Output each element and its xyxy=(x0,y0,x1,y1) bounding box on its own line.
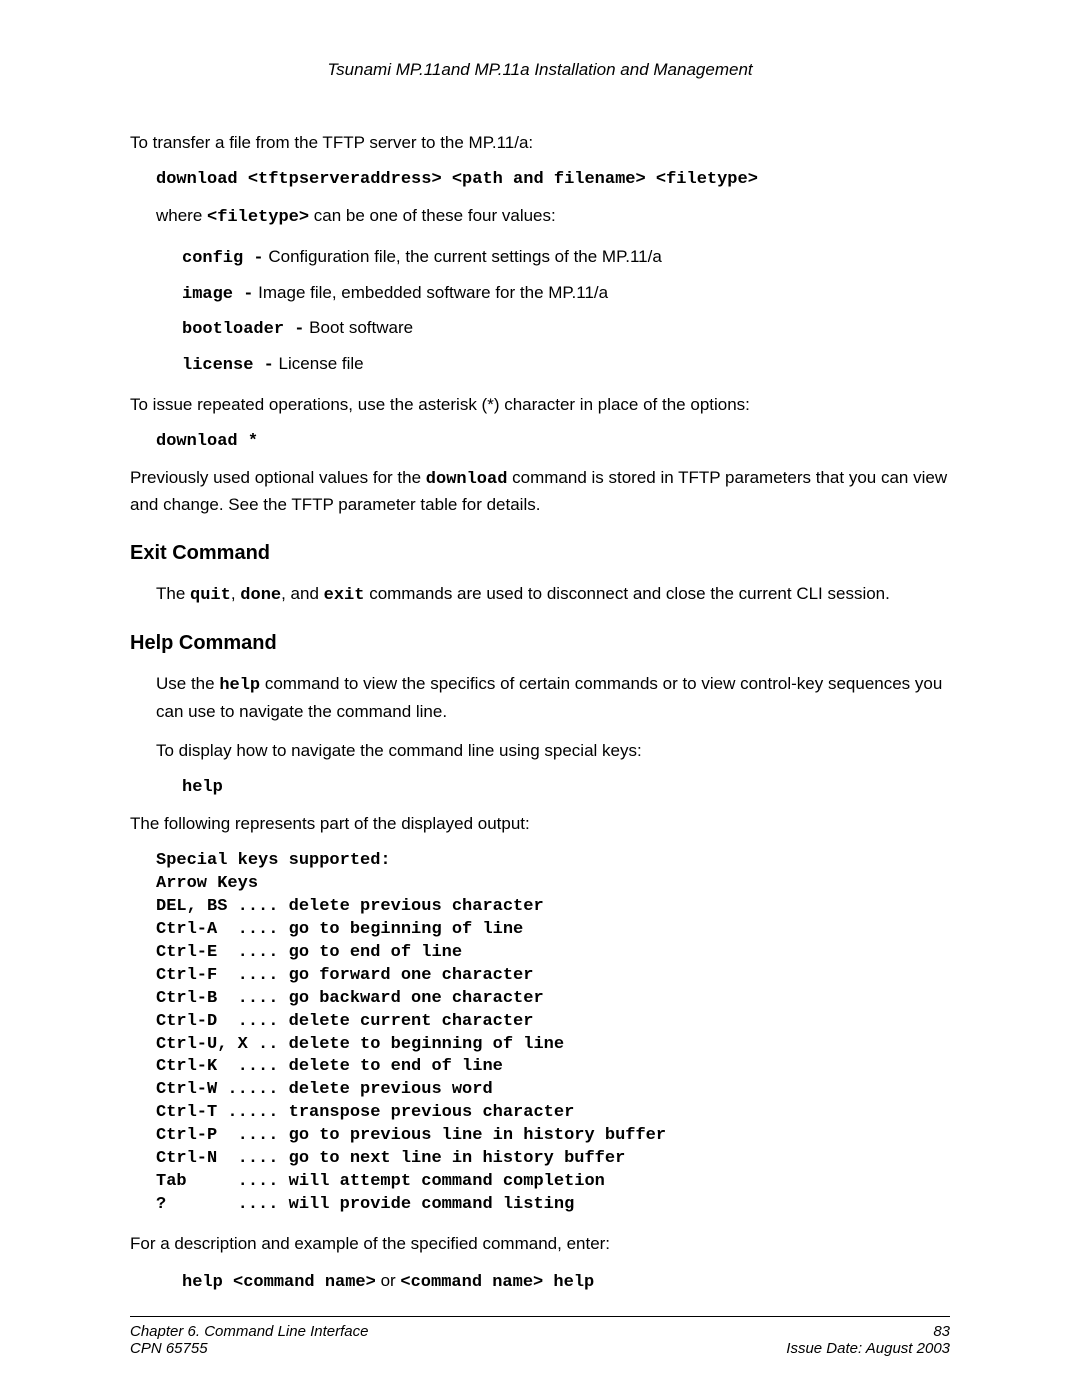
filetype-list: config - Configuration file, the current… xyxy=(182,244,950,378)
filetype-license: license - License file xyxy=(182,351,950,379)
inline-code-download: download xyxy=(426,470,508,489)
inline-code-done: done xyxy=(240,586,281,605)
cmd-help-commandname: help <command name> or <command name> he… xyxy=(182,1271,950,1292)
paragraph-prevvalues: Previously used optional values for the … xyxy=(130,465,950,518)
doc-header: Tsunami MP.11and MP.11a Installation and… xyxy=(130,60,950,80)
paragraph-help-navigate: To display how to navigate the command l… xyxy=(156,738,950,764)
paragraph-exit: The quit, done, and exit commands are us… xyxy=(156,581,950,609)
filetype-code: image - xyxy=(182,285,253,304)
inline-code-exit: exit xyxy=(324,586,365,605)
paragraph-output-intro: The following represents part of the dis… xyxy=(130,811,950,837)
text: command to view the specifics of certain… xyxy=(156,674,942,721)
text: can be one of these four values: xyxy=(309,206,556,225)
footer-cpn: CPN 65755 xyxy=(130,1340,208,1357)
heading-exit-command: Exit Command xyxy=(130,542,950,565)
filetype-desc: Boot software xyxy=(304,318,413,337)
cmd-help: help xyxy=(182,778,950,797)
footer-chapter: Chapter 6. Command Line Interface xyxy=(130,1323,368,1340)
inline-code-help: help xyxy=(219,676,260,695)
text: commands are used to disconnect and clos… xyxy=(364,584,889,603)
filetype-config: config - Configuration file, the current… xyxy=(182,244,950,272)
paragraph-filetype-intro: where <filetype> can be one of these fou… xyxy=(156,203,950,231)
text-or: or xyxy=(376,1271,401,1290)
cmd-download-star: download * xyxy=(156,432,950,451)
cmd-download-syntax: download <tftpserveraddress> <path and f… xyxy=(156,170,950,189)
filetype-code: bootloader - xyxy=(182,320,304,339)
text: Previously used optional values for the xyxy=(130,468,426,487)
inline-code: <command name> help xyxy=(400,1273,594,1292)
text: Use the xyxy=(156,674,219,693)
text: where xyxy=(156,206,207,225)
filetype-desc: Configuration file, the current settings… xyxy=(264,247,662,266)
filetype-desc: License file xyxy=(274,354,364,373)
inline-code-quit: quit xyxy=(190,586,231,605)
filetype-code: license - xyxy=(182,356,274,375)
inline-code: help <command name> xyxy=(182,1273,376,1292)
special-keys-output: Special keys supported: Arrow Keys DEL, … xyxy=(156,850,950,1217)
filetype-bootloader: bootloader - Boot software xyxy=(182,315,950,343)
heading-help-command: Help Command xyxy=(130,632,950,655)
paragraph-help-intro: Use the help command to view the specifi… xyxy=(156,671,950,724)
page-footer: Chapter 6. Command Line Interface 83 CPN… xyxy=(130,1316,950,1357)
footer-issue-date: Issue Date: August 2003 xyxy=(786,1340,950,1357)
footer-page-number: 83 xyxy=(933,1323,950,1340)
text: The xyxy=(156,584,190,603)
filetype-image: image - Image file, embedded software fo… xyxy=(182,280,950,308)
text: , and xyxy=(281,584,324,603)
paragraph-transfer: To transfer a file from the TFTP server … xyxy=(130,130,950,156)
paragraph-asterisk: To issue repeated operations, use the as… xyxy=(130,392,950,418)
text: , xyxy=(231,584,240,603)
inline-code-filetype: <filetype> xyxy=(207,208,309,227)
filetype-desc: Image file, embedded software for the MP… xyxy=(253,283,608,302)
paragraph-desc-example: For a description and example of the spe… xyxy=(130,1231,950,1257)
filetype-code: config - xyxy=(182,249,264,268)
